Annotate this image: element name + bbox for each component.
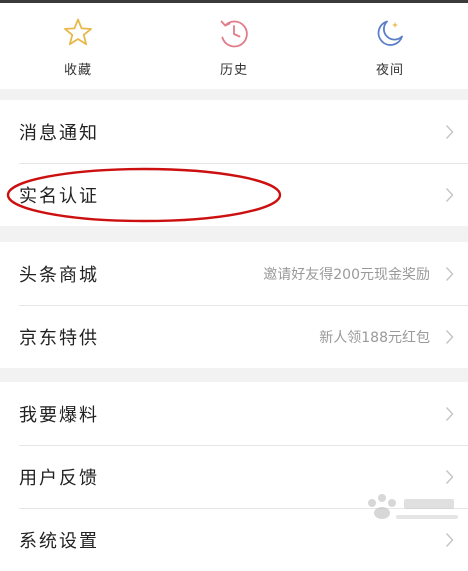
night-mode-moon-icon [377,20,403,46]
menu-item-label: 头条商城 [19,264,99,286]
favorites-label: 收藏 [63,63,92,78]
night-mode-label: 夜间 [375,63,404,78]
night-mode-button[interactable]: 夜间 [312,3,468,89]
history-button[interactable]: 历史 [156,3,312,89]
menu-item-label: 用户反馈 [19,467,99,489]
menu-item-label: 我要爆料 [19,404,99,426]
menu-item-label: 京东特供 [19,327,99,349]
menu-item-submit-tip[interactable]: 我要爆料 [0,382,468,445]
menu-item-label: 消息通知 [19,122,99,144]
chevron-right-icon [445,124,454,139]
chevron-right-icon [445,532,454,547]
chevron-right-icon [445,187,454,202]
menu-group-account: 消息通知 实名认证 [0,100,468,226]
star-icon [64,18,92,46]
menu-item-label: 实名认证 [19,185,99,207]
menu-item-toutiao-mall[interactable]: 头条商城 邀请好友得200元现金奖励 [0,242,468,305]
menu-item-real-name-auth[interactable]: 实名认证 [0,163,468,226]
menu-item-user-feedback[interactable]: 用户反馈 [0,445,468,508]
menu-item-promo-text: 邀请好友得200元现金奖励 [263,266,430,283]
chevron-right-icon [445,329,454,344]
menu-group-shopping: 头条商城 邀请好友得200元现金奖励 京东特供 新人领188元红包 [0,242,468,368]
history-clock-icon [220,20,248,48]
chevron-right-icon [445,266,454,281]
history-label: 历史 [219,63,248,78]
menu-item-notifications[interactable]: 消息通知 [0,100,468,163]
chevron-right-icon [445,469,454,484]
quick-actions-bar: 收藏 历史 夜间 [0,3,468,89]
menu-item-label: 系统设置 [19,530,99,552]
menu-item-system-settings[interactable]: 系统设置 [0,508,468,571]
menu-item-promo-text: 新人领188元红包 [319,329,430,346]
chevron-right-icon [445,406,454,421]
favorites-button[interactable]: 收藏 [0,3,156,89]
menu-item-jd-special[interactable]: 京东特供 新人领188元红包 [0,305,468,368]
